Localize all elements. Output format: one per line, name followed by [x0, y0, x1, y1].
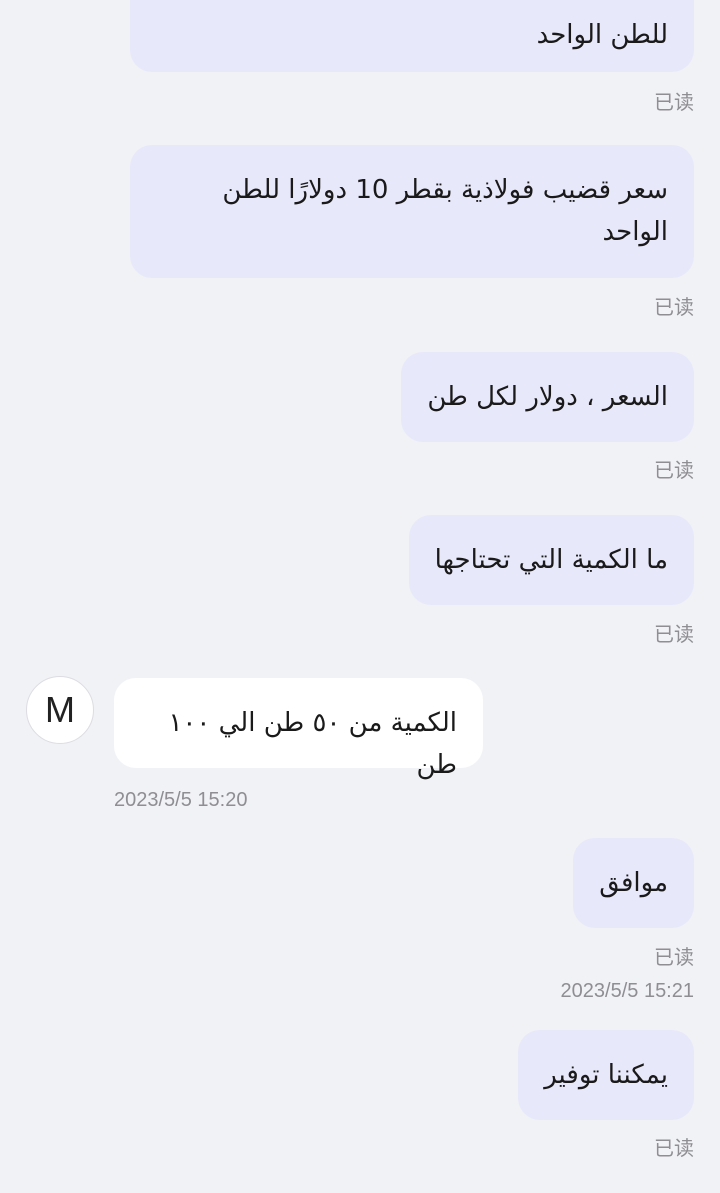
- outgoing-message-bubble[interactable]: السعر ، دولار لكل طن: [401, 352, 694, 442]
- message-text: السعر ، دولار لكل طن: [427, 382, 668, 412]
- read-status: 已读: [654, 945, 694, 969]
- message-text: الكمية من ٥٠ طن الي ١٠٠ طن: [168, 708, 457, 780]
- message-text: ما الكمية التي تحتاجها: [434, 545, 668, 575]
- message-timestamp: 2023/5/5 15:20: [114, 789, 248, 811]
- read-status: 已读: [654, 90, 694, 114]
- avatar-initial: M: [45, 689, 75, 730]
- outgoing-message-bubble[interactable]: يمكننا توفير: [518, 1030, 694, 1120]
- outgoing-message-bubble[interactable]: سعر قضيب فولاذية بقطر 10 دولارًا للطن ال…: [130, 145, 694, 278]
- message-timestamp: 2023/5/5 15:21: [560, 980, 694, 1002]
- message-text: موافق: [599, 868, 668, 898]
- chat-thread[interactable]: للطن الواحد 已读 سعر قضيب فولاذية بقطر 10 …: [0, 0, 720, 1193]
- outgoing-message-bubble[interactable]: ما الكمية التي تحتاجها: [408, 515, 694, 605]
- message-text: سعر قضيب فولاذية بقطر 10 دولارًا للطن ال…: [222, 175, 668, 247]
- outgoing-message-bubble[interactable]: للطن الواحد: [130, 0, 694, 72]
- message-text: يمكننا توفير: [544, 1060, 668, 1090]
- read-status: 已读: [654, 622, 694, 646]
- avatar[interactable]: M: [26, 676, 94, 744]
- read-status: 已读: [654, 458, 694, 482]
- read-status: 已读: [654, 1136, 694, 1160]
- incoming-message-bubble[interactable]: الكمية من ٥٠ طن الي ١٠٠ طن: [114, 678, 483, 780]
- message-text: للطن الواحد: [536, 20, 668, 50]
- read-status: 已读: [654, 295, 694, 319]
- outgoing-message-bubble[interactable]: موافق: [573, 838, 694, 928]
